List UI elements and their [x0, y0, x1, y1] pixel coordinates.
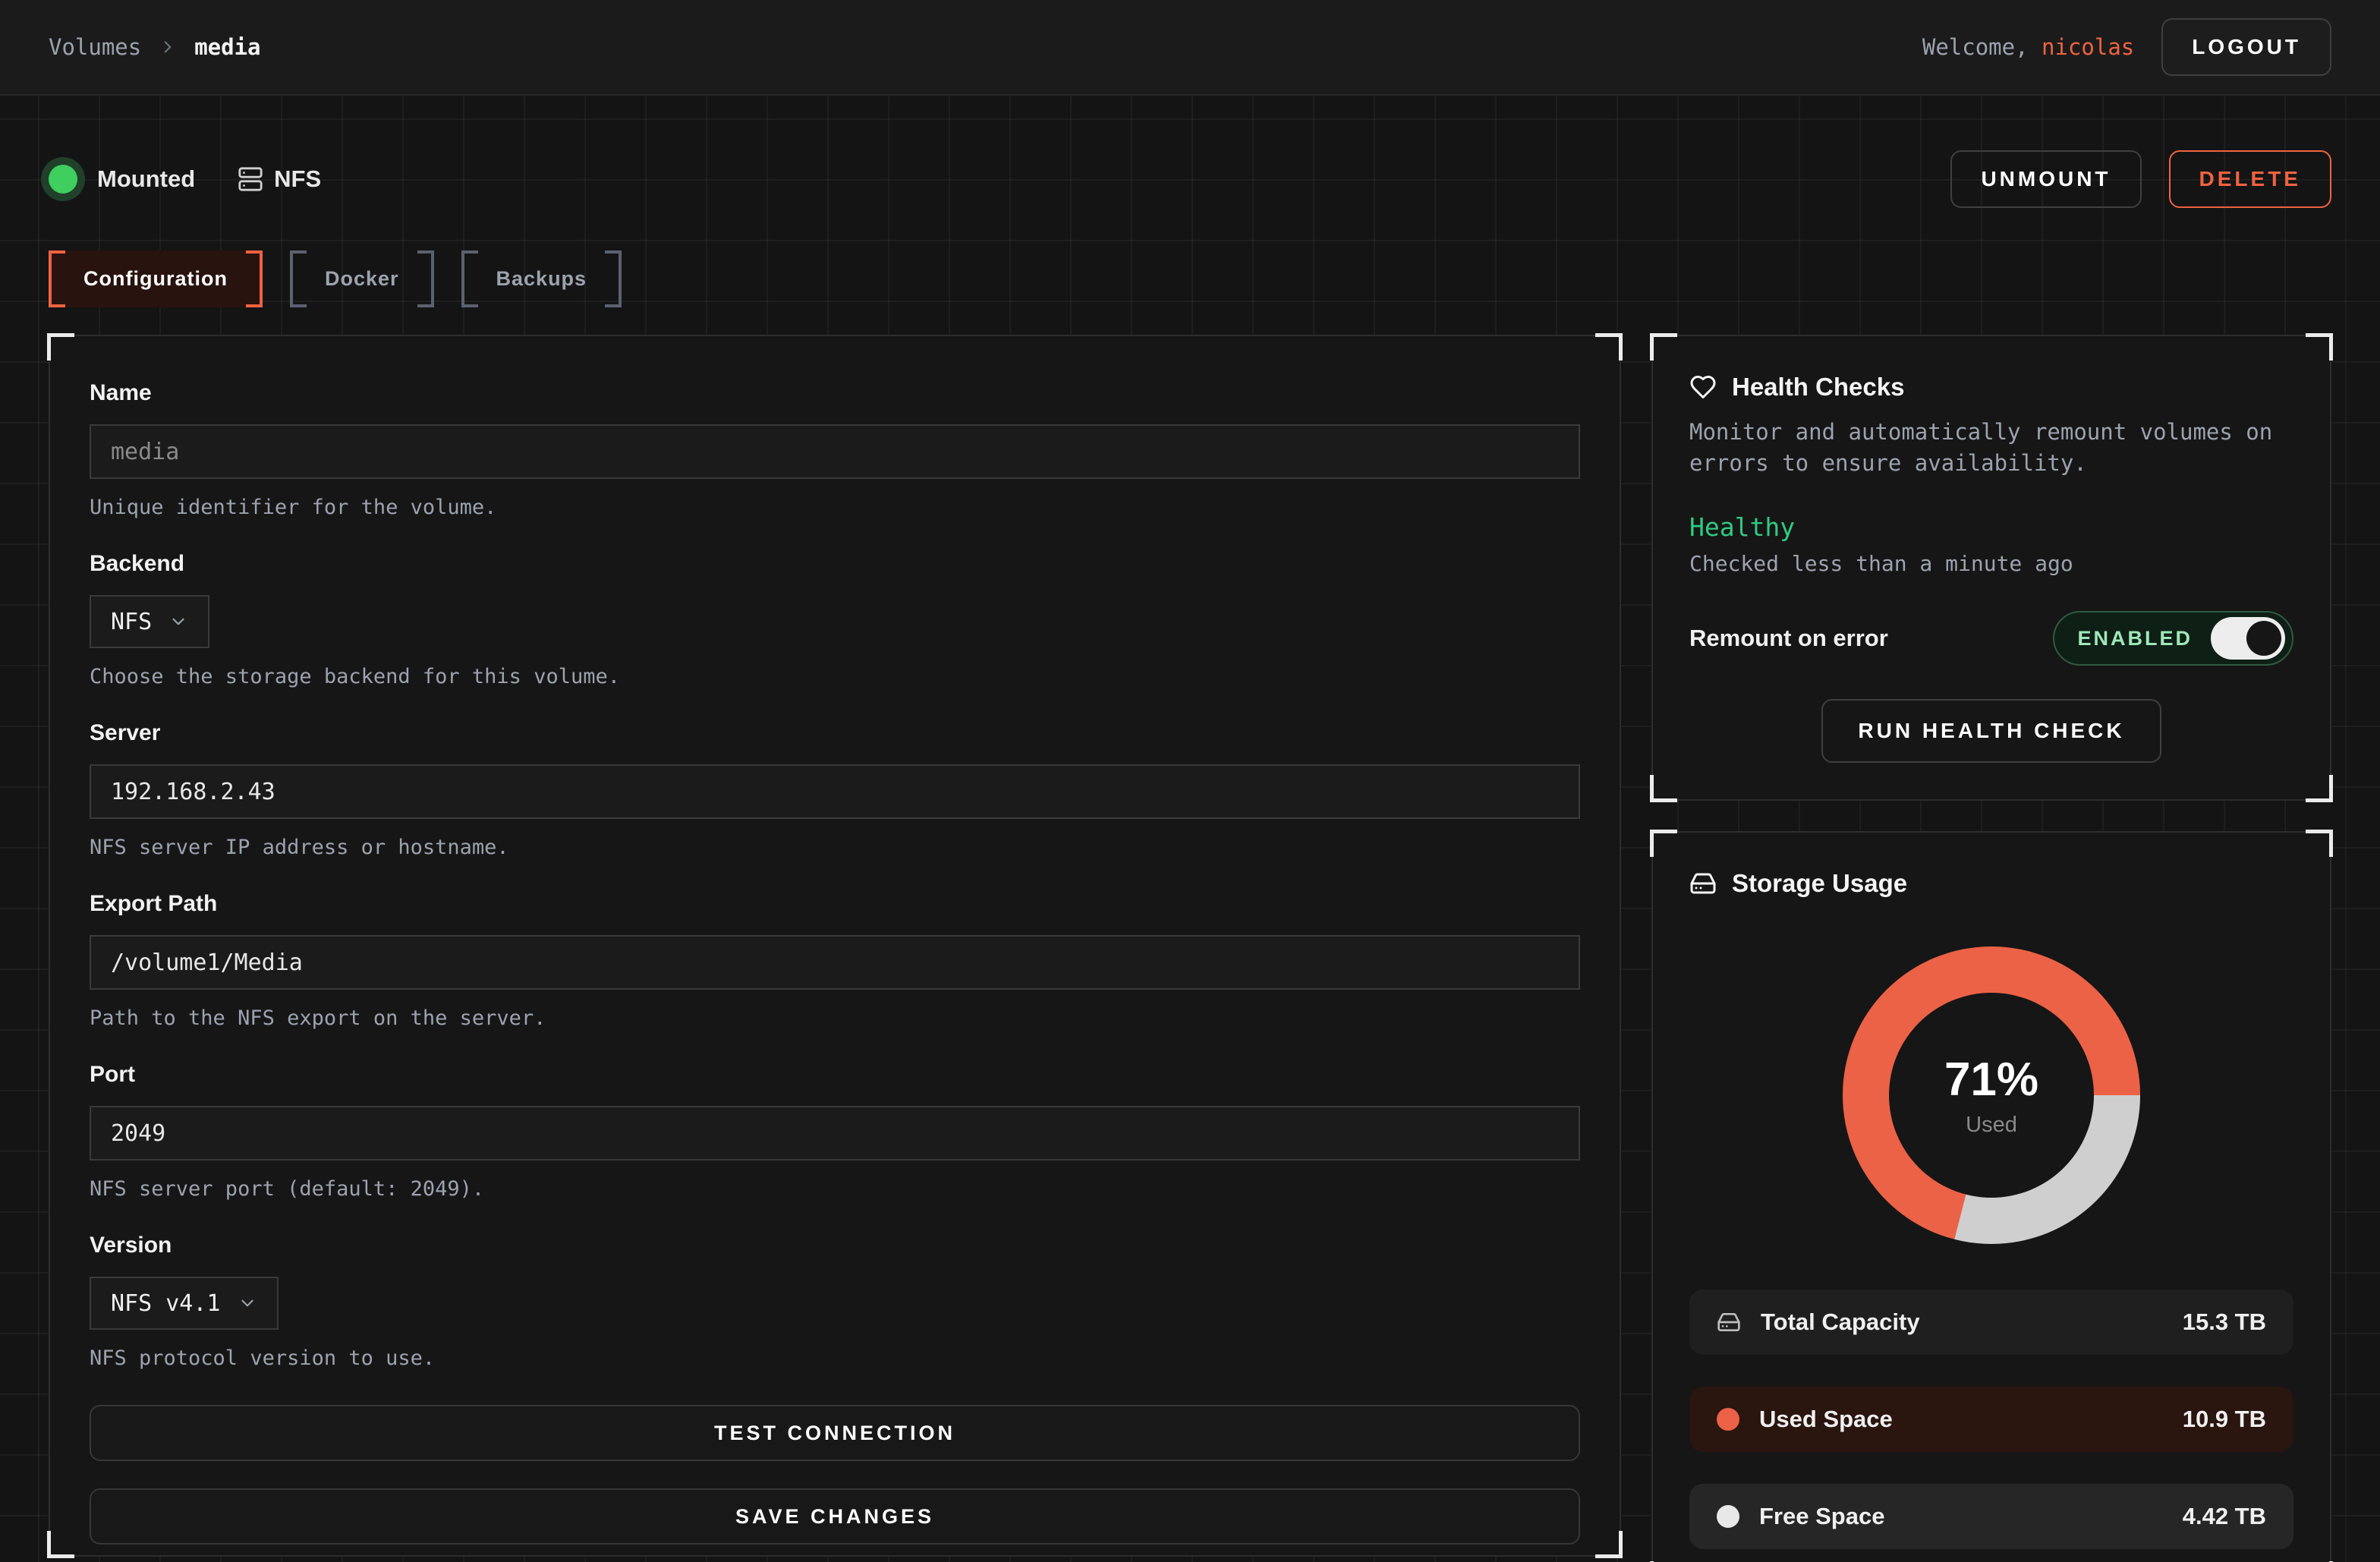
- total-capacity-value: 15.3 TB: [2183, 1308, 2266, 1336]
- version-select-value: NFS v4.1: [111, 1290, 221, 1317]
- storage-percent-used: 71%: [1944, 1053, 2038, 1107]
- backend-badge-label: NFS: [274, 165, 321, 193]
- port-field-group: Port 2049 NFS server port (default: 2049…: [90, 1062, 1580, 1201]
- backend-select-value: NFS: [111, 609, 152, 635]
- version-field-group: Version NFS v4.1 NFS protocol version to…: [90, 1233, 1580, 1370]
- backend-label: Backend: [90, 551, 1580, 577]
- total-capacity-label: Total Capacity: [1761, 1308, 1920, 1336]
- health-description: Monitor and automatically remount volume…: [1689, 417, 2293, 479]
- storage-usage-panel: Storage Usage 71% Used Total Capacity 15…: [1651, 831, 2331, 1562]
- tab-bar: Configuration Docker Backups: [49, 250, 2331, 307]
- storage-percent-caption: Used: [1966, 1113, 2017, 1138]
- export-path-label: Export Path: [90, 891, 1580, 917]
- tab-backups[interactable]: Backups: [461, 250, 622, 307]
- configuration-panel: Name media Unique identifier for the vol…: [49, 335, 1621, 1557]
- backend-field-group: Backend NFS Choose the storage backend f…: [90, 551, 1580, 688]
- toggle-switch-track: [2211, 617, 2285, 660]
- name-input[interactable]: media: [90, 424, 1580, 479]
- tab-docker[interactable]: Docker: [290, 250, 434, 307]
- unmount-button[interactable]: UNMOUNT: [1950, 150, 2141, 208]
- delete-button[interactable]: DELETE: [2169, 150, 2331, 208]
- breadcrumb: Volumes media: [49, 34, 261, 60]
- backend-badge: NFS: [238, 165, 321, 193]
- logout-button[interactable]: LOGOUT: [2161, 18, 2331, 76]
- server-field-group: Server 192.168.2.43 NFS server IP addres…: [90, 720, 1580, 859]
- storage-usage-title: Storage Usage: [1732, 869, 1907, 898]
- free-space-value: 4.42 TB: [2183, 1503, 2266, 1530]
- export-path-help: Path to the NFS export on the server.: [90, 1006, 1580, 1030]
- chevron-down-icon: [168, 612, 188, 631]
- version-select[interactable]: NFS v4.1: [90, 1277, 279, 1330]
- used-space-row: Used Space 10.9 TB: [1689, 1387, 2293, 1452]
- name-help: Unique identifier for the volume.: [90, 496, 1580, 519]
- mounted-status-label: Mounted: [97, 165, 195, 193]
- storage-donut-chart: 71% Used: [1843, 946, 2140, 1244]
- name-field-group: Name media Unique identifier for the vol…: [90, 380, 1580, 519]
- server-label: Server: [90, 720, 1580, 746]
- chevron-right-icon: [158, 37, 178, 57]
- server-help: NFS server IP address or hostname.: [90, 836, 1580, 859]
- health-checks-panel: Health Checks Monitor and automatically …: [1651, 335, 2331, 801]
- save-changes-button[interactable]: SAVE CHANGES: [90, 1488, 1580, 1545]
- toggle-switch-knob: [2246, 621, 2281, 656]
- used-space-value: 10.9 TB: [2183, 1406, 2266, 1433]
- server-icon: [238, 166, 263, 192]
- breadcrumb-volumes-link[interactable]: Volumes: [49, 34, 141, 60]
- used-space-dot: [1717, 1408, 1739, 1431]
- mounted-status-dot: [49, 165, 77, 194]
- free-space-row: Free Space 4.42 TB: [1689, 1484, 2293, 1549]
- port-input[interactable]: 2049: [90, 1106, 1580, 1160]
- tab-configuration[interactable]: Configuration: [49, 250, 263, 307]
- run-health-check-button[interactable]: RUN HEALTH CHECK: [1821, 699, 2161, 763]
- test-connection-button[interactable]: TEST CONNECTION: [90, 1405, 1580, 1461]
- port-label: Port: [90, 1062, 1580, 1088]
- hard-drive-icon: [1689, 870, 1717, 897]
- backend-select[interactable]: NFS: [90, 595, 209, 648]
- hard-drive-icon: [1717, 1310, 1741, 1334]
- export-path-input[interactable]: /volume1/Media: [90, 935, 1580, 990]
- port-help: NFS server port (default: 2049).: [90, 1177, 1580, 1201]
- form-actions: TEST CONNECTION SAVE CHANGES: [90, 1405, 1580, 1545]
- version-help: NFS protocol version to use.: [90, 1346, 1580, 1370]
- free-space-label: Free Space: [1759, 1503, 1884, 1530]
- username: nicolas: [2042, 34, 2134, 60]
- name-label: Name: [90, 380, 1580, 406]
- health-last-checked: Checked less than a minute ago: [1689, 551, 2293, 576]
- free-space-dot: [1717, 1505, 1739, 1528]
- server-input[interactable]: 192.168.2.43: [90, 764, 1580, 819]
- top-bar: Volumes media Welcome, nicolas LOGOUT: [0, 0, 2380, 96]
- health-checks-title: Health Checks: [1732, 373, 1904, 402]
- remount-toggle-state: ENABLED: [2077, 627, 2193, 650]
- heart-icon: [1689, 373, 1717, 401]
- backend-help: Choose the storage backend for this volu…: [90, 665, 1580, 688]
- version-label: Version: [90, 1233, 1580, 1258]
- volume-status-row: Mounted NFS UNMOUNT DELETE: [49, 150, 2331, 208]
- breadcrumb-current: media: [194, 34, 260, 60]
- health-status-text: Healthy: [1689, 512, 2293, 542]
- used-space-label: Used Space: [1759, 1406, 1893, 1433]
- chevron-down-icon: [238, 1293, 257, 1313]
- remount-on-error-label: Remount on error: [1689, 625, 1888, 652]
- welcome-text: Welcome, nicolas: [1922, 34, 2134, 60]
- export-path-field-group: Export Path /volume1/Media Path to the N…: [90, 891, 1580, 1030]
- total-capacity-row: Total Capacity 15.3 TB: [1689, 1290, 2293, 1355]
- remount-toggle[interactable]: ENABLED: [2053, 611, 2293, 666]
